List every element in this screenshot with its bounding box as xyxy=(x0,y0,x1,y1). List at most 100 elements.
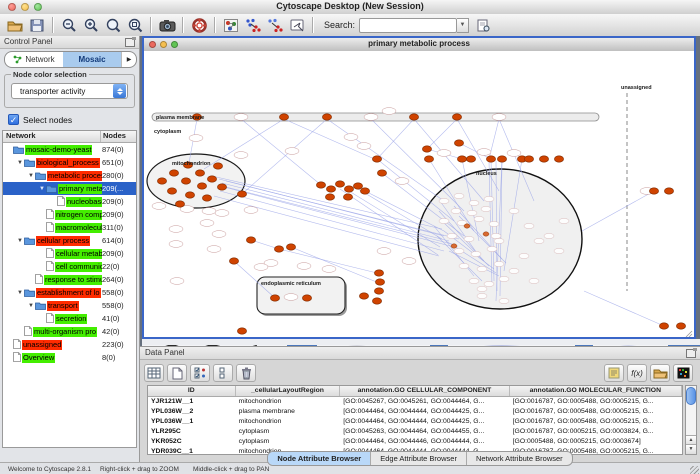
search-config-icon[interactable] xyxy=(473,16,493,34)
graph-node-unselected[interactable] xyxy=(200,220,214,227)
graph-node-unselected[interactable] xyxy=(284,294,298,301)
graph-node-selected[interactable] xyxy=(374,288,383,294)
graph-edge[interactable] xyxy=(582,191,654,231)
graph-node-selected[interactable] xyxy=(217,184,226,190)
tab-node-attribute-browser[interactable]: Node Attribute Browser xyxy=(268,452,371,465)
graph-node-tiny[interactable] xyxy=(559,218,569,223)
tree-row[interactable]: Overview8(0) xyxy=(3,351,136,364)
tree-row[interactable]: nitrogen compo209(0) xyxy=(3,208,136,221)
graph-node-unselected[interactable] xyxy=(395,178,409,185)
graph-edge[interactable] xyxy=(371,119,464,211)
graph-node-selected[interactable] xyxy=(524,156,533,162)
graph-node-selected[interactable] xyxy=(344,186,353,192)
function-builder-icon[interactable]: f(x) xyxy=(627,364,647,382)
tree-row[interactable]: unassigned223(0) xyxy=(3,338,136,351)
graph-node-unselected[interactable] xyxy=(202,208,216,215)
graph-edge[interactable] xyxy=(241,119,321,185)
tree-row[interactable]: multi-organism pro42(0) xyxy=(3,325,136,338)
graph-node-selected[interactable] xyxy=(359,293,368,299)
import-attributes-icon[interactable] xyxy=(650,364,670,382)
graph-node-selected[interactable] xyxy=(237,328,246,334)
open-file-icon[interactable] xyxy=(5,16,25,34)
tree-row[interactable]: ▼primary metabo209(... xyxy=(3,182,136,195)
graph-node-tiny[interactable] xyxy=(447,233,457,238)
graph-node-unselected[interactable] xyxy=(364,114,378,121)
graph-node-tiny[interactable] xyxy=(467,210,477,215)
zoom-in-icon[interactable] xyxy=(81,16,101,34)
tree-row[interactable]: secretion41(0) xyxy=(3,312,136,325)
graph-edge[interactable] xyxy=(427,119,457,149)
graph-node-tiny[interactable] xyxy=(471,251,481,256)
graph-node-tiny[interactable] xyxy=(464,236,474,241)
graph-node-tiny[interactable] xyxy=(474,216,484,221)
tree-row[interactable]: ▼establishment of lo558(0) xyxy=(3,286,136,299)
graph-node-selected[interactable] xyxy=(554,156,563,162)
network-canvas[interactable]: plasma membranecytoplasmmitochondrionnuc… xyxy=(144,51,694,337)
graph-node-selected[interactable] xyxy=(377,170,386,176)
graph-node-tiny[interactable] xyxy=(454,248,464,253)
save-session-icon[interactable] xyxy=(27,16,47,34)
tree-column-nodes[interactable]: Nodes xyxy=(101,131,136,142)
notes-icon[interactable] xyxy=(604,364,624,382)
graph-edge[interactable] xyxy=(284,119,379,161)
graph-node-tiny[interactable] xyxy=(544,233,554,238)
graph-node-selected[interactable] xyxy=(335,181,344,187)
graph-node-tiny[interactable] xyxy=(439,218,449,223)
graph-node-selected[interactable] xyxy=(325,194,334,200)
graph-node-unselected[interactable] xyxy=(377,248,391,255)
tab-network[interactable]: Network xyxy=(5,52,63,67)
node-color-dropdown[interactable]: transporter activity xyxy=(11,83,128,99)
graph-node-selected[interactable] xyxy=(466,156,475,162)
graph-node-selected[interactable] xyxy=(452,114,461,120)
graph-node-selected[interactable] xyxy=(424,156,433,162)
tree-row[interactable]: ▼cellular process614(0) xyxy=(3,234,136,247)
tree-row[interactable]: mosaic-demo-yeast874(0) xyxy=(3,143,136,156)
graph-node-selected[interactable] xyxy=(316,182,325,188)
merge-networks-icon-1[interactable] xyxy=(243,16,263,34)
table-row[interactable]: YPL036W__1mitochondrion[GO:0044464, GO:0… xyxy=(148,417,682,427)
graph-node-tiny[interactable] xyxy=(529,278,539,283)
graph-node-selected[interactable] xyxy=(372,156,381,162)
graph-node-selected[interactable] xyxy=(374,270,383,276)
graph-node-selected[interactable] xyxy=(213,163,222,169)
graph-node-selected[interactable] xyxy=(454,140,463,146)
graph-node-tiny[interactable] xyxy=(524,223,534,228)
graph-node-unselected[interactable] xyxy=(382,108,396,115)
tree-expand-icon[interactable]: ▼ xyxy=(27,303,35,309)
graph-node-selected[interactable] xyxy=(360,188,369,194)
graph-node-unselected[interactable] xyxy=(344,134,358,141)
graph-edge[interactable] xyxy=(218,185,452,244)
graph-node-selected[interactable] xyxy=(422,146,431,152)
graph-node-selected[interactable] xyxy=(286,244,295,250)
table-row[interactable]: YLR295Ccytoplasm[GO:0045263, GO:0044464,… xyxy=(148,427,682,437)
graph-node-selected[interactable] xyxy=(181,178,190,184)
tree-expand-icon[interactable]: ▼ xyxy=(16,290,24,296)
table-column-header[interactable]: annotation.GO CELLULAR_COMPONENT xyxy=(340,386,509,396)
graph-node-tiny[interactable] xyxy=(554,248,564,253)
search-input[interactable] xyxy=(359,18,457,33)
graph-node-tiny[interactable] xyxy=(499,298,509,303)
graph-node-selected-small[interactable] xyxy=(464,224,470,228)
attribute-checklist-icon[interactable] xyxy=(190,364,210,382)
graph-node-tiny[interactable] xyxy=(439,198,449,203)
graph-node-tiny[interactable] xyxy=(499,276,509,281)
graph-node-selected[interactable] xyxy=(175,201,184,207)
tree-row[interactable]: macromolecule311(0) xyxy=(3,221,136,234)
graph-node-unselected[interactable] xyxy=(285,148,299,155)
graph-node-unselected[interactable] xyxy=(189,135,203,142)
graph-node-tiny[interactable] xyxy=(484,281,494,286)
graph-node-selected[interactable] xyxy=(664,188,673,194)
graph-node-tiny[interactable] xyxy=(484,196,494,201)
graph-node-selected[interactable] xyxy=(197,183,206,189)
graph-node-selected[interactable] xyxy=(270,295,279,301)
tree-row[interactable]: response to stimulu264(0) xyxy=(3,273,136,286)
graph-node-selected[interactable] xyxy=(659,323,668,329)
graph-node-tiny[interactable] xyxy=(477,266,487,271)
graph-node-selected[interactable] xyxy=(279,114,288,120)
graph-node-selected[interactable] xyxy=(497,156,506,162)
graph-node-unselected[interactable] xyxy=(152,203,166,210)
table-column-header[interactable]: _cellularLayoutRegion xyxy=(236,386,341,396)
tree-expand-icon[interactable]: ▼ xyxy=(27,173,35,179)
graph-node-selected[interactable] xyxy=(302,295,311,301)
tree-expand-icon[interactable]: ▼ xyxy=(16,238,24,244)
